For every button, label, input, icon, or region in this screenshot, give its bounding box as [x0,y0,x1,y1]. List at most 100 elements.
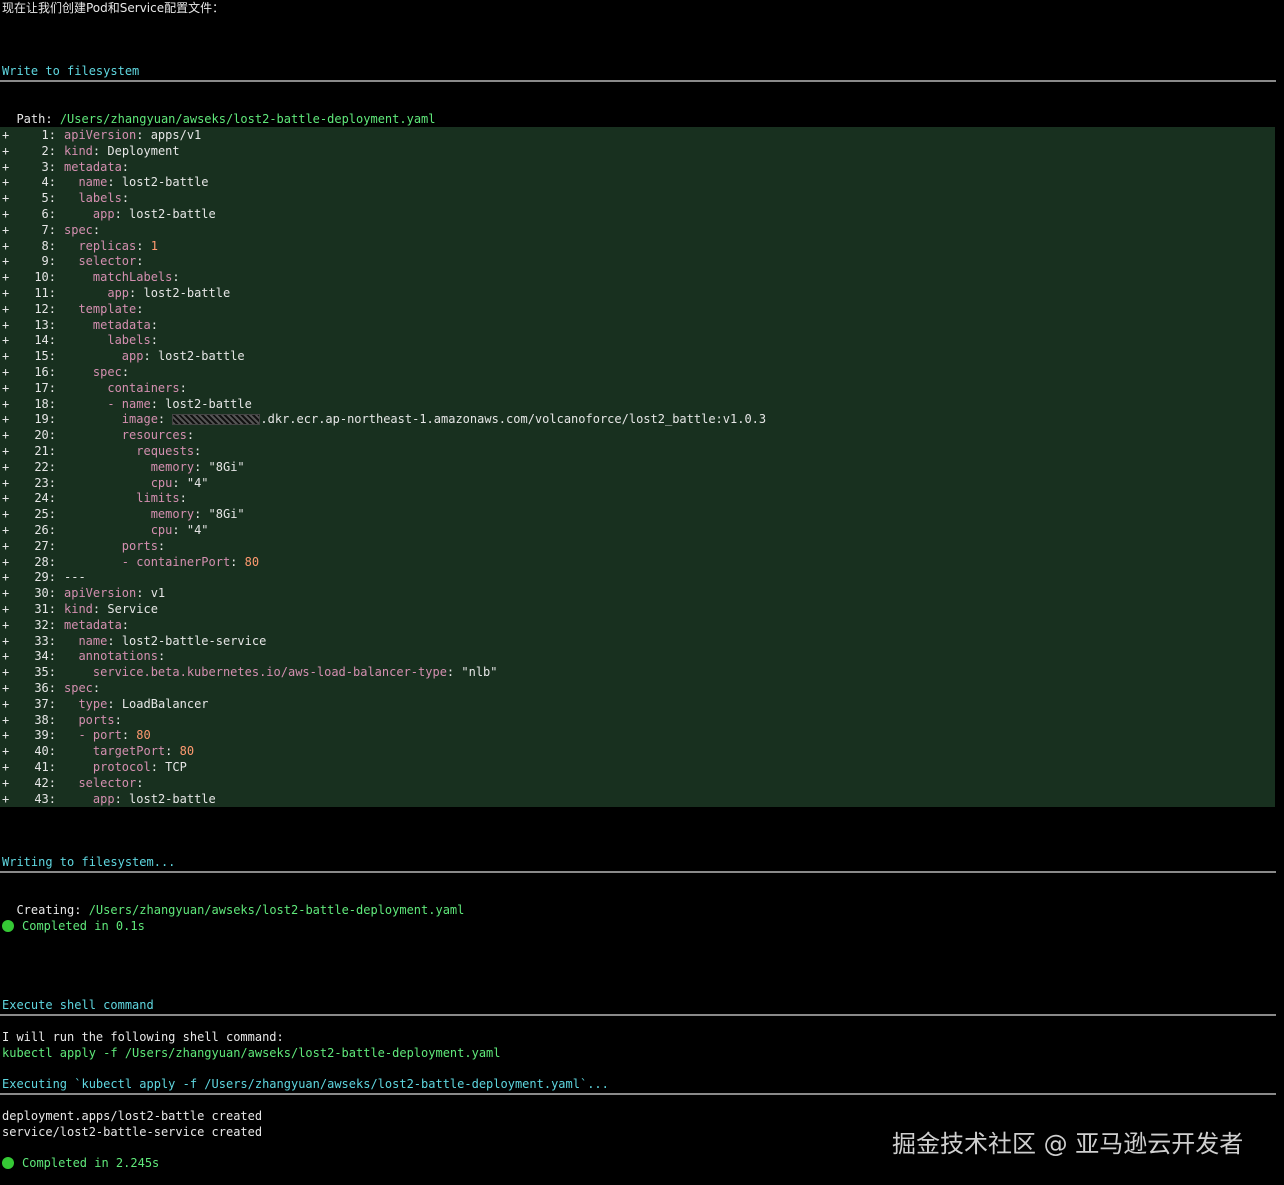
diff-line: +8: replicas: 1 [0,238,1275,254]
code-text: ports: [78,713,122,727]
yaml-key: labels [107,333,151,347]
line-number: 16: [34,365,56,379]
line-number: 14: [34,333,56,347]
diff-line: +20: resources: [0,427,1275,443]
line-number: 25: [34,507,56,521]
yaml-key: limits [136,491,180,505]
diff-line: +21: requests: [0,443,1275,459]
diff-line: +24: limits: [0,490,1275,506]
code-text: memory: "8Gi" [150,507,245,521]
yaml-value: "4" [179,476,209,490]
diff-line: +6: app: lost2-battle [0,206,1275,222]
yaml-key: requests [136,444,195,458]
diff-line: +37: type: LoadBalancer [0,696,1275,712]
yaml-key: name [78,634,108,648]
line-number: 18: [34,397,56,411]
code-text: service.beta.kubernetes.io/aws-load-bala… [92,665,498,679]
yaml-key: selector [78,254,137,268]
diff-line: +13: metadata: [0,317,1275,333]
yaml-key: image [121,412,158,426]
code-text: spec: [92,365,130,379]
line-number: 19: [34,412,56,426]
line-number: 39: [34,728,56,742]
code-text: type: LoadBalancer [78,697,209,711]
line-number: 20: [34,428,56,442]
code-text: name: lost2-battle-service [78,634,267,648]
yaml-key: apiVersion [64,128,137,142]
status-dot-icon [2,1157,14,1169]
yaml-key: spec [64,681,93,695]
yaml-key: template [78,302,137,316]
yaml-key: app [107,286,130,300]
line-number: 22: [34,460,56,474]
line-number: 30: [34,586,56,600]
diff-line: +3: metadata: [0,159,1275,175]
diff-line: +12: template: [0,301,1275,317]
code-text: metadata: [64,160,130,174]
diff-line: +16: spec: [0,364,1275,380]
executing-line: Executing `kubectl apply -f /Users/zhang… [2,1077,609,1091]
yaml-value: lost2-battle [150,349,245,363]
code-text: selector: [78,254,144,268]
yaml-key: metadata [64,160,122,174]
line-number: 13: [34,318,56,332]
creating-path: /Users/zhangyuan/awseks/lost2-battle-dep… [88,903,465,917]
yaml-key: matchLabels [92,270,173,284]
shell-command: kubectl apply -f /Users/zhangyuan/awseks… [2,1046,501,1060]
yaml-value: lost2-battle-service [114,634,267,648]
line-number: 38: [34,713,56,727]
yaml-value: 80 [237,555,260,569]
yaml-key: app [92,207,115,221]
code-text: app: lost2-battle [92,792,216,806]
line-number: 8: [41,239,56,253]
line-number: 4: [41,175,56,189]
line-number: 26: [34,523,56,537]
shell-heading: Execute shell command [2,998,154,1012]
yaml-value: lost2-battle [121,207,216,221]
diff-line: +34: annotations: [0,648,1275,664]
code-text: matchLabels: [92,270,180,284]
line-number: 24: [34,491,56,505]
yaml-key: cpu [150,476,173,490]
yaml-value: lost2-battle [114,175,209,189]
diff-line: +27: ports: [0,538,1275,554]
line-number: 21: [34,444,56,458]
yaml-value: "nlb" [454,665,498,679]
diff-line: +36: spec: [0,680,1275,696]
line-number: 12: [34,302,56,316]
code-text: annotations: [78,649,166,663]
yaml-value: Service [100,602,158,616]
line-number: 23: [34,476,56,490]
creating-label: Creating: [16,903,89,917]
yaml-key: containerPort [136,555,231,569]
diff-line: +14: labels: [0,332,1275,348]
diff-line: +22: memory: "8Gi" [0,459,1275,475]
line-number: 10: [34,270,56,284]
writing-heading: Writing to filesystem... [2,855,176,869]
yaml-value: 1 [143,239,158,253]
yaml-key: port [92,728,122,742]
code-text: apiVersion: apps/v1 [64,128,202,142]
yaml-key: spec [92,365,122,379]
line-number: 27: [34,539,56,553]
diff-line: +33: name: lost2-battle-service [0,633,1275,649]
diff-line: +43: app: lost2-battle [0,791,1275,807]
code-text: selector: [78,776,144,790]
yaml-key: memory [150,507,195,521]
code-text: apiVersion: v1 [64,586,166,600]
yaml-key: memory [150,460,195,474]
shell-intro: I will run the following shell command: [2,1030,284,1044]
line-number: 31: [34,602,56,616]
diff-line: +5: labels: [0,190,1275,206]
line-number: 5: [41,191,56,205]
yaml-key: metadata [64,618,122,632]
code-text: targetPort: 80 [92,744,195,758]
line-number: 34: [34,649,56,663]
write-divider [0,80,1276,82]
line-number: 32: [34,618,56,632]
code-text: image: .dkr.ecr.ap-northeast-1.amazonaws… [121,412,767,426]
code-text: app: lost2-battle [107,286,231,300]
yaml-key: spec [64,223,93,237]
diff-line: +40: targetPort: 80 [0,743,1275,759]
yaml-key: resources [121,428,187,442]
